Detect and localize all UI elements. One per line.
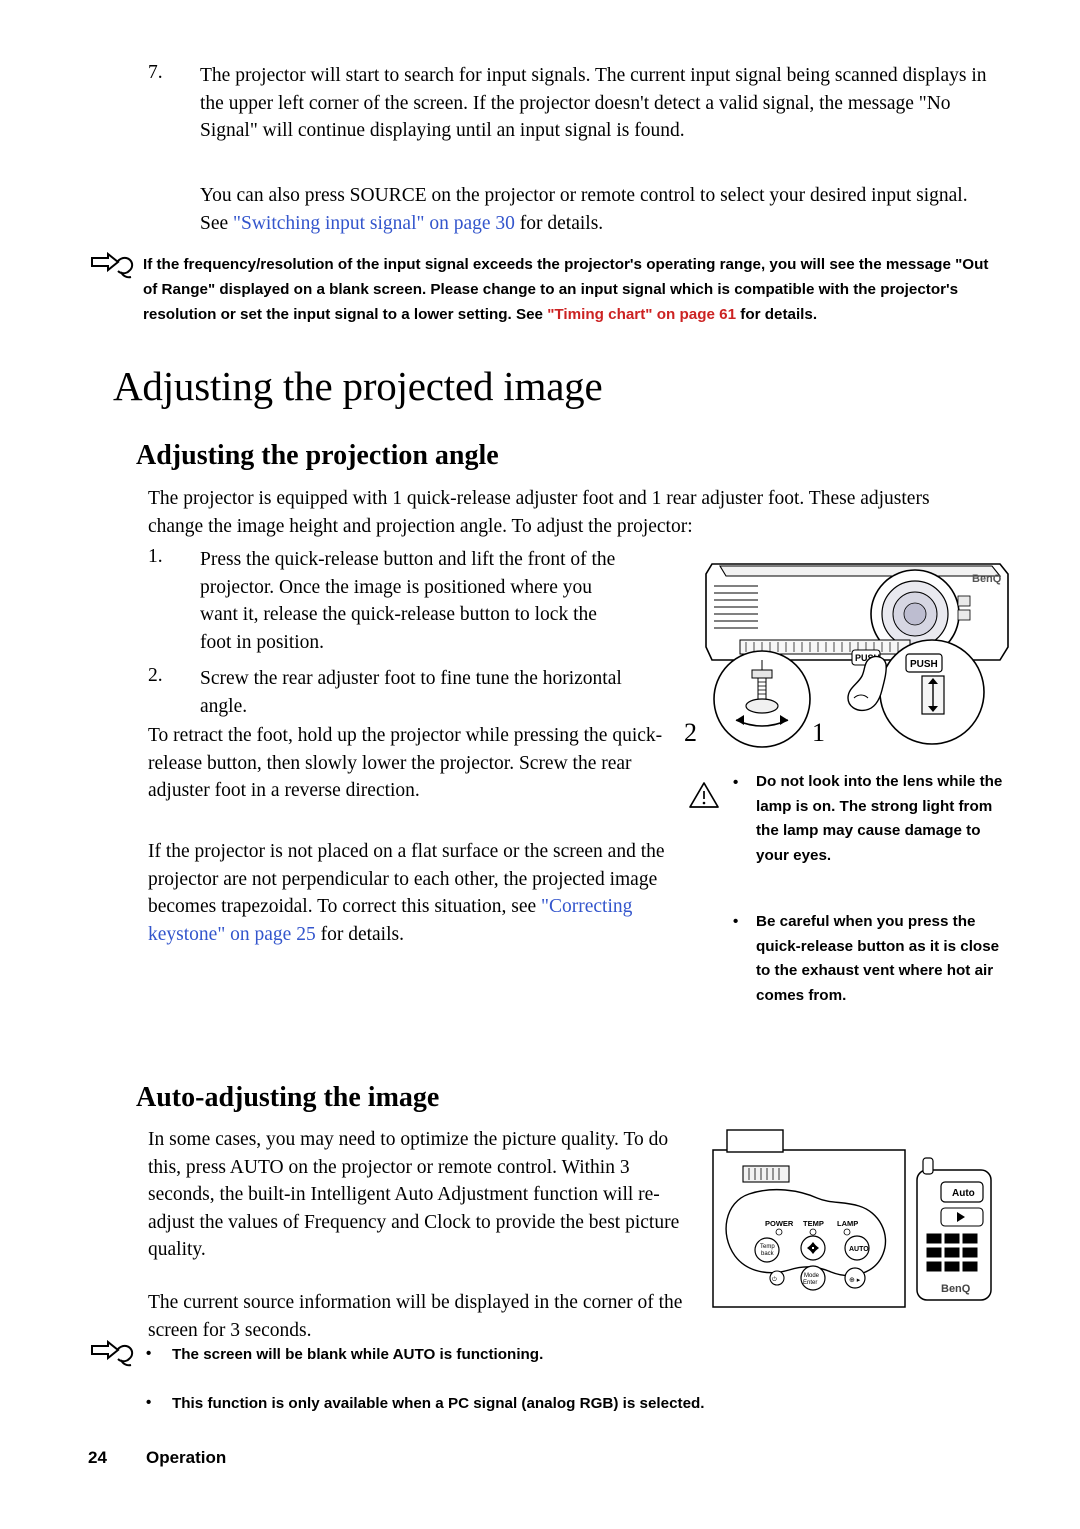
trapezoid-paragraph: If the projector is not placed on a flat…	[148, 838, 693, 948]
svg-text:POWER: POWER	[765, 1219, 794, 1228]
svg-text:PUSH: PUSH	[910, 659, 938, 670]
intro-paragraph: The projector is equipped with 1 quick-r…	[148, 488, 930, 537]
page-title: Adjusting the projected image	[113, 363, 603, 409]
step-7-source-post: for details.	[514, 212, 604, 234]
section-heading-projection-angle: Adjusting the projection angle	[136, 440, 499, 471]
auto-paragraph-1: In some cases, you may need to optimize …	[148, 1129, 680, 1260]
link-switching-input-signal[interactable]: "Switching input signal" on page 30	[233, 213, 515, 234]
link-timing-chart[interactable]: "Timing chart" on page 61	[547, 306, 736, 323]
caution-bullet-2: •	[733, 913, 739, 930]
caution-bullet-1: •	[733, 774, 739, 791]
retract-paragraph: To retract the foot, hold up the project…	[148, 725, 663, 801]
svg-text:back: back	[761, 1251, 775, 1257]
svg-text:Mode: Mode	[804, 1273, 820, 1279]
step-2-text: Screw the rear adjuster foot to fine tun…	[200, 668, 622, 717]
svg-text:⊕ ▸: ⊕ ▸	[849, 1277, 861, 1284]
svg-text:AUTO: AUTO	[849, 1246, 869, 1253]
control-panel-illustration: POWER TEMP LAMP Temp back AUTO ⏻ Mode En…	[705, 1122, 1005, 1312]
note2-bullet-2: •	[146, 1394, 152, 1411]
step-7-number: 7.	[148, 62, 163, 83]
document-page: 7. The projector will start to search fo…	[0, 0, 1080, 1529]
step-2-number: 2.	[148, 665, 163, 686]
svg-text:TEMP: TEMP	[803, 1219, 824, 1228]
step-1-text: Press the quick-release button and lift …	[200, 549, 616, 653]
caution-text-2: Be careful when you press the quick-rele…	[756, 913, 1000, 1004]
warning-triangle-icon	[688, 780, 720, 810]
svg-text:BenQ: BenQ	[972, 573, 1002, 585]
projector-illustration: BenQ PUSH PUSH	[700, 552, 1020, 762]
figure-callout-1: 1	[812, 718, 825, 747]
svg-text:Temp: Temp	[760, 1244, 775, 1250]
svg-text:LAMP: LAMP	[837, 1219, 858, 1228]
pointing-hand-icon-2	[88, 1340, 136, 1374]
svg-text:BenQ: BenQ	[941, 1283, 971, 1295]
note1-post: for details.	[736, 306, 818, 323]
svg-text:Auto: Auto	[952, 1188, 975, 1199]
section-heading-auto-adjust: Auto-adjusting the image	[136, 1082, 440, 1113]
step-7-source-text: You can also press SOURCE on the project…	[200, 182, 1000, 237]
figure-callout-2: 2	[684, 718, 697, 747]
note2-text-1: The screen will be blank while AUTO is f…	[172, 1346, 544, 1363]
caution-text-1: Do not look into the lens while the lamp…	[756, 773, 1003, 864]
svg-text:⏻: ⏻	[772, 1276, 777, 1283]
step-7-text: The projector will start to search for i…	[200, 65, 987, 141]
pointing-hand-icon	[88, 252, 136, 286]
footer-section-label: Operation	[146, 1448, 227, 1467]
note2-text-2: This function is only available when a P…	[172, 1395, 705, 1412]
footer-page-number: 24	[88, 1448, 107, 1467]
auto-paragraph-2: The current source information will be d…	[148, 1292, 683, 1341]
note2-bullet-1: •	[146, 1345, 152, 1362]
trapezoid-post: for details.	[315, 923, 404, 945]
note-out-of-range: If the frequency/resolution of the input…	[143, 252, 1003, 327]
step-1-number: 1.	[148, 546, 163, 567]
svg-text:Enter: Enter	[803, 1280, 817, 1286]
